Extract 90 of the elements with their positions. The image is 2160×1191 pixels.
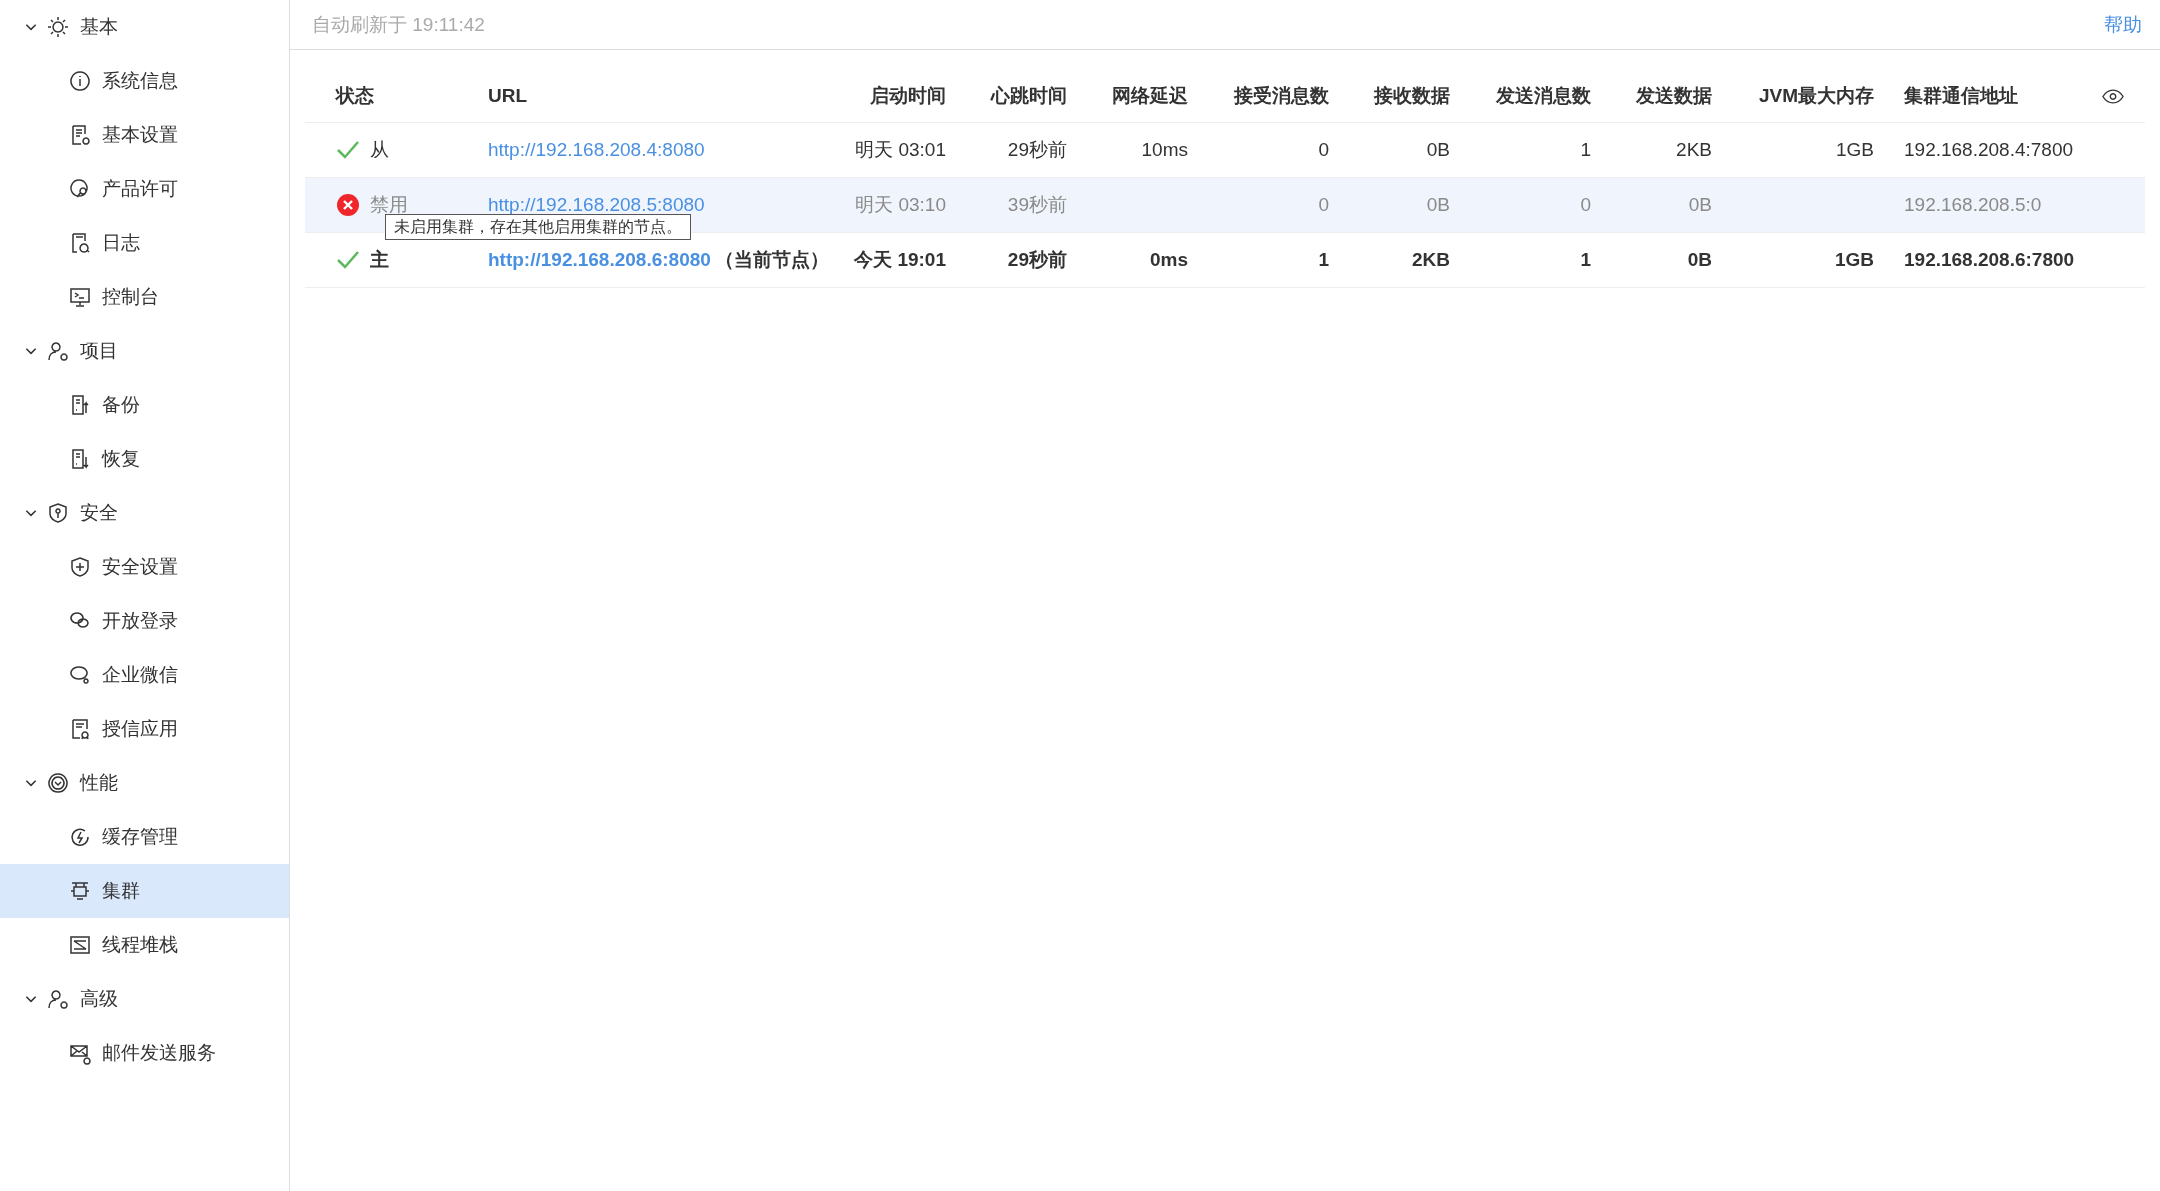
column-header: 状态	[336, 84, 374, 108]
column-header: 启动时间	[870, 84, 946, 108]
table-cell-text: 今天 19:01	[854, 248, 946, 272]
sidebar-group[interactable]: 性能	[0, 756, 289, 810]
column-header: URL	[488, 85, 528, 107]
table-cell: 192.168.208.5:0	[1904, 194, 2042, 216]
table-cell: 0	[1318, 139, 1329, 161]
table-cell: 0B	[1426, 194, 1450, 216]
column-header: 接受消息数	[1234, 84, 1329, 108]
table-cell: 1GB	[1835, 139, 1874, 161]
tooltip: 未启用集群，存在其他启用集群的节点。	[385, 214, 691, 240]
item-label: 安全设置	[102, 555, 178, 579]
group-label: 性能	[80, 771, 118, 795]
status-text: 从	[370, 138, 389, 162]
item-label: 企业微信	[102, 663, 178, 687]
item-label: 集群	[102, 879, 140, 903]
sidebar-group[interactable]: 项目	[0, 324, 289, 378]
item-label: 基本设置	[102, 123, 178, 147]
monitor-icon	[68, 285, 92, 309]
column-header: 接收数据	[1374, 84, 1450, 108]
item-label: 备份	[102, 393, 140, 417]
shield-plus-icon	[68, 555, 92, 579]
sidebar-item[interactable]: 集群	[0, 864, 289, 918]
column-header: JVM最大内存	[1758, 84, 1874, 108]
eye-icon[interactable]	[2101, 88, 2124, 104]
shield-icon	[46, 501, 70, 525]
column-header: 集群通信地址	[1904, 84, 2018, 108]
table-cell: 0B	[1687, 249, 1712, 271]
sidebar-item[interactable]: 缓存管理	[0, 810, 289, 864]
sidebar-item[interactable]: 授信应用	[0, 702, 289, 756]
item-label: 开放登录	[102, 609, 178, 633]
table-cell: 2KB	[1412, 249, 1450, 271]
sidebar-item[interactable]: 企业微信	[0, 648, 289, 702]
table-cell: 1	[1318, 249, 1329, 271]
gauge-icon	[46, 771, 70, 795]
sidebar-item[interactable]: 恢复	[0, 432, 289, 486]
table-cell: 1GB	[1834, 249, 1874, 271]
item-label: 产品许可	[102, 177, 178, 201]
table-cell: 1	[1580, 249, 1591, 271]
item-label: 恢复	[102, 447, 140, 471]
table-cell: 10ms	[1141, 139, 1188, 161]
item-label: 控制台	[102, 285, 159, 309]
current-node-note: （当前节点）	[714, 248, 829, 272]
refresh-time: 自动刷新于 19:11:42	[312, 12, 485, 37]
sun-icon	[46, 15, 70, 39]
sidebar-item[interactable]: 线程堆栈	[0, 918, 289, 972]
table-cell-text: 29秒前	[1007, 248, 1067, 272]
status-text: 禁用	[370, 193, 408, 217]
column-header: 发送数据	[1636, 84, 1712, 108]
group-label: 项目	[80, 339, 118, 363]
column-header: 心跳时间	[991, 84, 1067, 108]
item-label: 缓存管理	[102, 825, 178, 849]
sidebar-group[interactable]: 基本	[0, 0, 289, 54]
item-label: 日志	[102, 231, 140, 255]
item-label: 邮件发送服务	[102, 1041, 216, 1065]
table-cell: 0B	[1426, 139, 1450, 161]
table-cell: 0ms	[1149, 249, 1188, 271]
sidebar-group[interactable]: 安全	[0, 486, 289, 540]
info-icon	[68, 69, 92, 93]
table-cell: 1	[1580, 139, 1591, 161]
column-header: 发送消息数	[1496, 84, 1591, 108]
status-text: 主	[370, 248, 389, 272]
sidebar-item[interactable]: 产品许可	[0, 162, 289, 216]
table-cell-text: 明天 03:01	[855, 138, 946, 162]
table-cell-text: 29秒前	[1007, 138, 1067, 162]
chat-bubble-icon	[68, 663, 92, 687]
table-cell-text: 明天 03:10	[855, 193, 946, 217]
sidebar-group[interactable]: 高级	[0, 972, 289, 1026]
table-cell: 192.168.208.4:7800	[1904, 139, 2074, 161]
sidebar-item[interactable]: 基本设置	[0, 108, 289, 162]
sidebar-item[interactable]: 邮件发送服务	[0, 1026, 289, 1080]
sidebar-item[interactable]: 控制台	[0, 270, 289, 324]
item-label: 授信应用	[102, 717, 178, 741]
table-cell: 0B	[1688, 194, 1712, 216]
sidebar-item[interactable]: 日志	[0, 216, 289, 270]
group-label: 基本	[80, 15, 118, 39]
table-cell: 0	[1318, 194, 1329, 216]
sidebar-item[interactable]: 开放登录	[0, 594, 289, 648]
table-cell: 0	[1580, 194, 1591, 216]
group-label: 安全	[80, 501, 118, 525]
group-label: 高级	[80, 987, 118, 1011]
sidebar-item[interactable]: 系统信息	[0, 54, 289, 108]
table-cell-text: 39秒前	[1007, 193, 1067, 217]
item-label: 线程堆栈	[102, 933, 178, 957]
table-cell: 2KB	[1676, 139, 1712, 161]
sidebar-item[interactable]: 安全设置	[0, 540, 289, 594]
column-header: 网络延迟	[1112, 84, 1188, 108]
item-label: 系统信息	[102, 69, 178, 93]
table-cell: 192.168.208.6:7800	[1904, 249, 2075, 271]
sidebar-item[interactable]: 备份	[0, 378, 289, 432]
